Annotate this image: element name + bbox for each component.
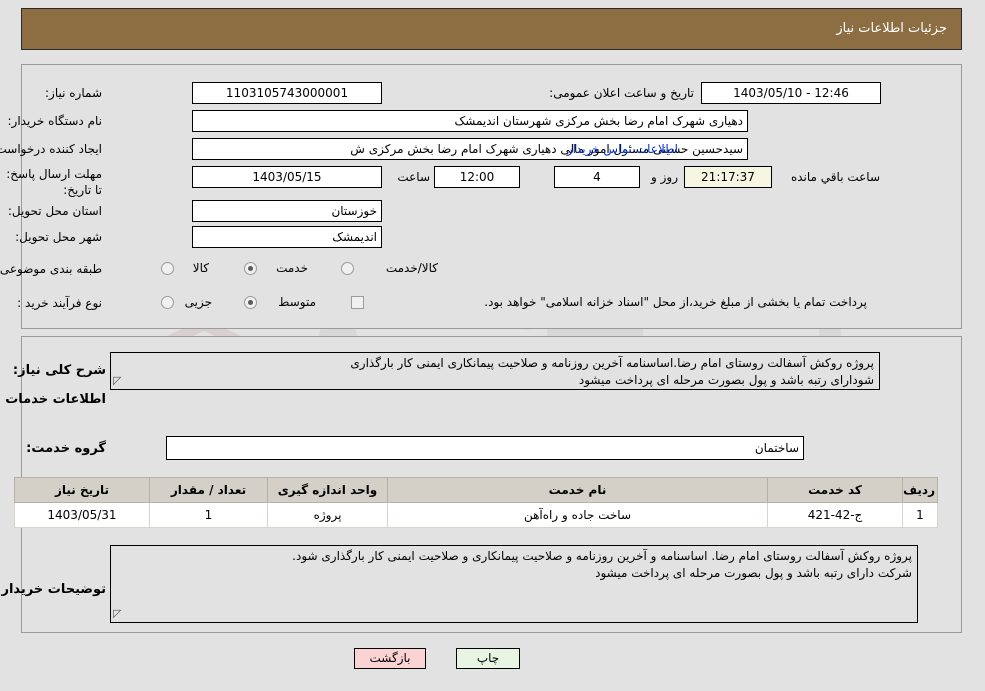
resize-grip-icon[interactable]: ◹	[114, 372, 122, 389]
col-service-name: نام خدمت	[388, 477, 769, 503]
buyer-notes-line-1: پروژه روکش آسفالت روستای امام رضا. اساسن…	[293, 549, 913, 563]
purchase-type-label: نوع فرآیند خرید :	[18, 296, 103, 310]
table-row[interactable]: 1 ج-42-421 ساخت جاده و راه‌آهن پروژه 1 1…	[15, 502, 939, 528]
deadline-label: مهلت ارسال پاسخ: تا تاریخ:	[7, 167, 103, 197]
requester-label: ایجاد کننده درخواست:	[0, 142, 103, 156]
radio-purchase-motavaset-label: متوسط	[279, 295, 317, 309]
province-value: خوزستان	[193, 200, 383, 222]
services-section-title: اطلاعات خدمات مورد نیاز	[0, 392, 107, 407]
radio-category-kala-khadamat[interactable]	[342, 262, 355, 275]
radio-purchase-motavaset[interactable]	[245, 296, 258, 309]
general-need-textarea[interactable]: پروژه روکش آسفالت روستای امام رضا.اساسنا…	[111, 352, 881, 390]
service-group-value: ساختمان	[167, 436, 805, 460]
city-label: شهر محل تحویل:	[16, 230, 103, 244]
radio-category-khadamat[interactable]	[245, 262, 258, 275]
col-row-no: ردیف	[903, 477, 939, 503]
radio-purchase-jozi[interactable]	[162, 296, 175, 309]
buyer-org-label: نام دستگاه خریدار:	[8, 114, 104, 128]
need-number-value: 1103105743000001	[193, 82, 383, 104]
col-quantity: تعداد / مقدار	[150, 477, 269, 503]
buyer-org-value: دهیاری شهرک امام رضا بخش مرکزی شهرستان ا…	[193, 110, 749, 132]
announce-datetime-value: 12:46 - 1403/05/10	[702, 82, 882, 104]
print-button[interactable]: چاپ	[457, 648, 521, 669]
buyer-notes-line-2: شرکت دارای رتبه باشد و پول بصورت مرحله ا…	[596, 566, 913, 580]
radio-category-khadamat-label: خدمت	[277, 261, 309, 275]
deadline-hour-label: ساعت	[398, 170, 431, 184]
remaining-days-suffix: روز و	[652, 170, 679, 184]
service-group-label: گروه خدمت:	[27, 441, 107, 456]
radio-category-kala-label: کالا	[193, 261, 210, 275]
general-need-line-2: شودارای رتبه باشد و پول بصورت مرحله ای پ…	[579, 373, 875, 387]
col-need-date: تاریخ نیاز	[15, 477, 151, 503]
radio-category-kala-khadamat-label: کالا/خدمت	[386, 261, 439, 275]
page-title: جزئیات اطلاعات نیاز	[837, 21, 948, 36]
announce-datetime-label: تاریخ و ساعت اعلان عمومی:	[550, 86, 695, 100]
resize-grip-icon-notes[interactable]: ◹	[114, 605, 122, 622]
col-unit: واحد اندازه گیری	[268, 477, 389, 503]
buyer-notes-label: توضیحات خریدار:	[0, 582, 107, 597]
cell-service-code: ج-42-421	[768, 502, 904, 528]
need-number-label: شماره نیاز:	[46, 86, 103, 100]
col-service-code: کد خدمت	[768, 477, 904, 503]
general-need-label: شرح کلی نیاز:	[13, 363, 107, 378]
table-header-row: ردیف کد خدمت نام خدمت واحد اندازه گیری ت…	[15, 477, 939, 503]
province-label: استان محل تحویل:	[8, 204, 103, 218]
deadline-hour-value: 12:00	[435, 166, 521, 188]
radio-category-kala[interactable]	[162, 262, 175, 275]
cell-service-name: ساخت جاده و راه‌آهن	[388, 502, 769, 528]
cell-unit: پروژه	[268, 502, 389, 528]
buyer-notes-textarea[interactable]: پروژه روکش آسفالت روستای امام رضا. اساسن…	[111, 545, 919, 623]
buyer-contact-link[interactable]: اطلاعات تماس خریدار	[568, 142, 679, 156]
deadline-date-value: 1403/05/15	[193, 166, 383, 188]
general-need-line-1: پروژه روکش آسفالت روستای امام رضا.اساسنا…	[351, 356, 875, 370]
treasury-checkbox-label: پرداخت تمام یا بخشی از مبلغ خرید،از محل …	[485, 295, 868, 309]
remaining-days-value: 4	[555, 166, 641, 188]
page-header-bar: جزئیات اطلاعات نیاز	[22, 8, 963, 50]
category-label: طبقه بندی موضوعی:	[0, 262, 103, 276]
city-value: اندیمشک	[193, 226, 383, 248]
cell-row-no: 1	[903, 502, 939, 528]
treasury-checkbox[interactable]	[352, 296, 365, 309]
cell-quantity: 1	[150, 502, 269, 528]
back-button[interactable]: بازگشت	[355, 648, 427, 669]
remaining-time-value: 21:17:37	[685, 166, 773, 188]
cell-need-date: 1403/05/31	[15, 502, 151, 528]
radio-purchase-jozi-label: جزیی	[185, 295, 213, 309]
services-table: ردیف کد خدمت نام خدمت واحد اندازه گیری ت…	[15, 477, 939, 528]
remaining-time-suffix: ساعت باقي مانده	[791, 170, 881, 184]
